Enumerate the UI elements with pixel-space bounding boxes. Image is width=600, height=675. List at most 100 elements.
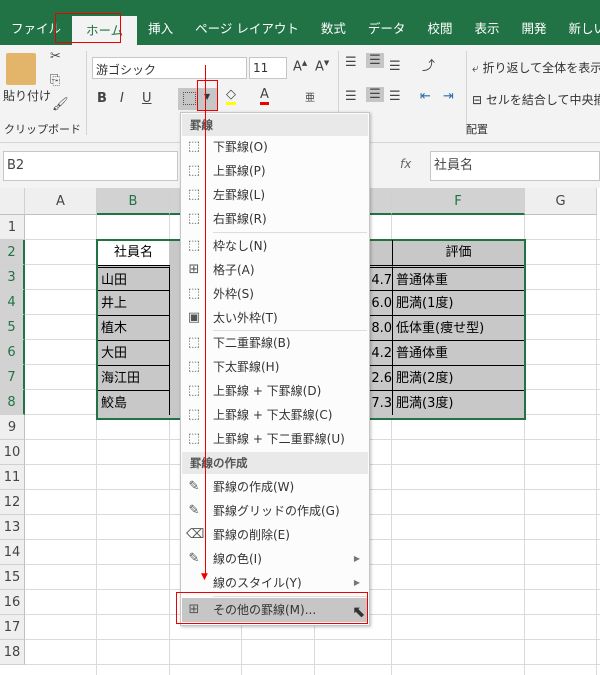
row-header-9[interactable]: 9 (0, 415, 25, 440)
align-right-icon[interactable]: ☰ (389, 89, 401, 104)
decrease-indent-icon[interactable]: ⇤ (420, 89, 431, 104)
tab-developer[interactable]: 開発 (510, 12, 557, 45)
column-header-F[interactable]: F (392, 188, 525, 215)
font-color-icon[interactable]: A (260, 87, 269, 105)
fx-icon[interactable]: fx (400, 157, 411, 171)
menu-item-no-border[interactable]: ⬚ 枠なし(N) (182, 234, 368, 258)
menu-item-thick-outside-borders[interactable]: ▣ 太い外枠(T) (182, 306, 368, 330)
menu-item-top-double-bottom-border[interactable]: ⬚ 上罫線 + 下二重罫線(U) (182, 427, 368, 451)
font-name-select[interactable]: 游ゴシック (92, 57, 247, 79)
column-header-A[interactable]: A (25, 188, 97, 215)
menu-item-right-border[interactable]: ⬚ 右罫線(R) (182, 207, 368, 231)
cell-name[interactable]: 山田 (98, 265, 170, 290)
tab-page-layout[interactable]: ページ レイアウト (184, 12, 310, 45)
tab-view[interactable]: 表示 (463, 12, 510, 45)
row-header-11[interactable]: 11 (0, 465, 25, 490)
increase-indent-icon[interactable]: ⇥ (443, 89, 454, 104)
tab-insert[interactable]: 挿入 (137, 12, 184, 45)
name-box[interactable]: B2 (3, 151, 178, 181)
tab-file[interactable]: ファイル (0, 12, 72, 45)
row-header-3[interactable]: 3 (0, 265, 25, 290)
row-header-6[interactable]: 6 (0, 340, 25, 365)
row-header-1[interactable]: 1 (0, 215, 25, 240)
row-header-15[interactable]: 15 (0, 565, 25, 590)
menu-item-thick-bottom-border[interactable]: ⬚ 下太罫線(H) (182, 355, 368, 379)
align-left-icon[interactable]: ☰ (345, 89, 357, 104)
wrap-text-button[interactable]: ⤶ 折り返して全体を表示 (472, 59, 600, 76)
cell-name[interactable]: 海江田 (98, 365, 170, 390)
cell-rating[interactable]: 肥満(3度) (392, 390, 524, 415)
paste-icon[interactable] (6, 53, 36, 85)
cell-name[interactable]: 鮫島 (98, 390, 170, 415)
line-color-icon: ✎ (188, 551, 200, 566)
menu-item-draw-border-grid[interactable]: ✎ 罫線グリッドの作成(G) (182, 499, 368, 523)
cell-rating[interactable]: 普通体重 (392, 340, 524, 365)
cell-name[interactable]: 大田 (98, 340, 170, 365)
cell-rating[interactable]: 肥満(2度) (392, 365, 524, 390)
tab-review[interactable]: 校閲 (416, 12, 463, 45)
increase-font-icon[interactable]: A▲ (293, 59, 307, 74)
bold-button[interactable]: B (97, 91, 107, 106)
borders-button[interactable]: ▼ (178, 88, 218, 110)
tab-data[interactable]: データ (357, 12, 417, 45)
row-header-5[interactable]: 5 (0, 315, 25, 340)
align-middle-icon[interactable]: ☰ (366, 53, 384, 68)
italic-button[interactable]: I (120, 91, 124, 106)
underline-button[interactable]: U (142, 91, 152, 106)
tab-new[interactable]: 新しいタ (557, 12, 600, 45)
align-top-icon[interactable]: ☰ (345, 55, 357, 70)
select-all-corner[interactable] (0, 188, 25, 215)
row-header-14[interactable]: 14 (0, 540, 25, 565)
align-bottom-icon[interactable]: ☰ (389, 59, 401, 74)
font-size-select[interactable]: 11 (249, 57, 287, 79)
row-header-13[interactable]: 13 (0, 515, 25, 540)
mouse-cursor-icon: ⬉ (352, 602, 366, 621)
menu-item-draw-border[interactable]: ✎ 罫線の作成(W) (182, 475, 368, 499)
copy-icon[interactable]: ⎘ (50, 73, 60, 88)
row-header-2[interactable]: 2 (0, 240, 25, 265)
menu-item-erase-border[interactable]: ⌫ 罫線の削除(E) (182, 523, 368, 547)
cell-name[interactable]: 井上 (98, 290, 170, 315)
phonetic-icon[interactable]: 亜 (305, 89, 315, 104)
cell-name[interactable]: 植木 (98, 315, 170, 340)
menu-item-bottom-double-border[interactable]: ⬚ 下二重罫線(B) (182, 331, 368, 355)
menu-item-bottom-border[interactable]: ⬚ 下罫線(O) (182, 135, 368, 159)
top-thick-bottom-border-icon: ⬚ (187, 407, 201, 422)
cell-rating[interactable]: 低体重(痩せ型) (392, 315, 524, 340)
menu-item-top-border[interactable]: ⬚ 上罫線(P) (182, 159, 368, 183)
row-header-10[interactable]: 10 (0, 440, 25, 465)
cut-icon[interactable]: ✂ (50, 49, 61, 64)
row-header-4[interactable]: 4 (0, 290, 25, 315)
menu-item-line-style[interactable]: 線のスタイル(Y) ▶ (182, 571, 368, 595)
menu-item-top-thick-bottom-border[interactable]: ⬚ 上罫線 + 下太罫線(C) (182, 403, 368, 427)
cell-F2[interactable]: 評価 (392, 240, 524, 265)
cell-rating[interactable]: 普通体重 (392, 265, 524, 290)
menu-item-label: 太い外枠(T) (213, 311, 278, 325)
menu-item-line-color[interactable]: ✎ 線の色(I) ▶ (182, 547, 368, 571)
row-header-16[interactable]: 16 (0, 590, 25, 615)
merge-center-button[interactable]: ⊟ セルを結合して中央揃 (472, 91, 600, 108)
fill-color-icon[interactable]: ◇ (226, 87, 236, 105)
row-header-18[interactable]: 18 (0, 640, 25, 665)
paste-button[interactable]: 貼り付け (3, 87, 51, 104)
menu-item-top-bottom-border[interactable]: ⬚ 上罫線 + 下罫線(D) (182, 379, 368, 403)
cell-rating[interactable]: 肥満(1度) (392, 290, 524, 315)
row-header-12[interactable]: 12 (0, 490, 25, 515)
column-header-B[interactable]: B (97, 188, 170, 215)
menu-item-more-borders[interactable]: ⊞ その他の罫線(M)... (182, 598, 368, 622)
menu-item-left-border[interactable]: ⬚ 左罫線(L) (182, 183, 368, 207)
row-header-7[interactable]: 7 (0, 365, 25, 390)
decrease-font-icon[interactable]: A▼ (315, 59, 329, 74)
cell-B2[interactable]: 社員名 (98, 240, 169, 265)
format-painter-icon[interactable]: 🖌 (52, 97, 69, 112)
row-header-17[interactable]: 17 (0, 615, 25, 640)
formula-input[interactable]: 社員名 (430, 151, 600, 181)
row-header-8[interactable]: 8 (0, 390, 25, 415)
align-center-icon[interactable]: ☰ (366, 87, 384, 102)
column-header-G[interactable]: G (525, 188, 597, 215)
tab-formulas[interactable]: 数式 (310, 12, 357, 45)
tab-home[interactable]: ホーム (72, 16, 138, 45)
menu-item-all-borders[interactable]: ⊞ 格子(A) (182, 258, 368, 282)
menu-item-outside-borders[interactable]: ⬚ 外枠(S) (182, 282, 368, 306)
orientation-icon[interactable]: ⤴ (422, 55, 435, 74)
